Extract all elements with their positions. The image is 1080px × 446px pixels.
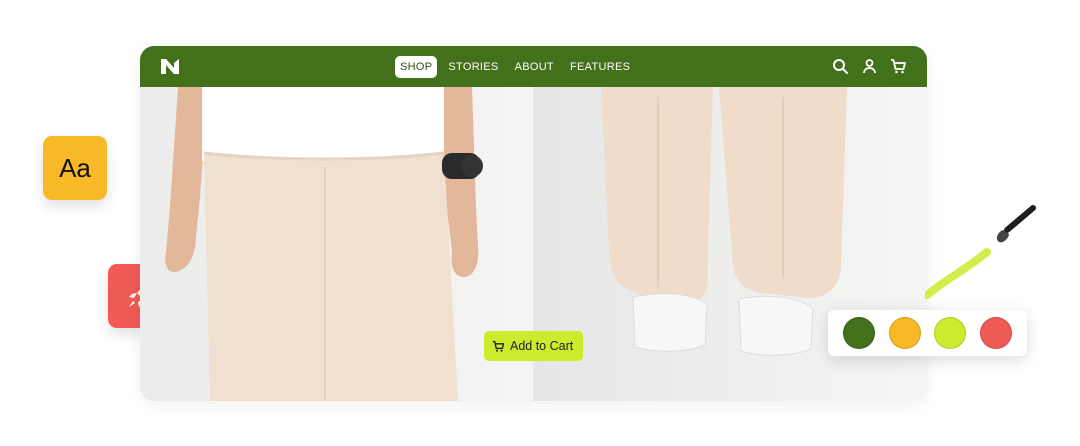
nav-item-stories[interactable]: STORIES [443, 56, 503, 78]
header-actions [832, 58, 907, 75]
search-icon[interactable] [832, 58, 849, 75]
nav-item-about[interactable]: ABOUT [510, 56, 559, 78]
top-navigation-bar: SHOP STORIES ABOUT FEATURES [140, 46, 927, 87]
main-menu: SHOP STORIES ABOUT FEATURES [395, 56, 635, 78]
n-logo-icon[interactable] [160, 58, 180, 75]
product-photo-front[interactable] [140, 87, 533, 401]
cart-icon [492, 340, 505, 352]
user-icon[interactable] [861, 58, 878, 75]
add-to-cart-label: Add to Cart [510, 339, 574, 353]
swatch-lime[interactable] [934, 317, 967, 349]
font-style-tile[interactable]: Aa [43, 136, 107, 200]
hero-banner: Add to Cart [140, 87, 927, 401]
swatch-green[interactable] [842, 317, 875, 349]
storefront-preview: SHOP STORIES ABOUT FEATURES Add to Cart [140, 46, 927, 401]
swatch-yellow[interactable] [888, 317, 921, 349]
nav-item-features[interactable]: FEATURES [565, 56, 635, 78]
cart-icon[interactable] [890, 58, 907, 75]
font-sample-text: Aa [59, 152, 91, 183]
add-to-cart-button[interactable]: Add to Cart [484, 331, 584, 361]
swatch-red[interactable] [980, 317, 1013, 349]
paint-brush-icon [925, 205, 1036, 299]
color-palette [828, 310, 1027, 356]
nav-item-shop[interactable]: SHOP [395, 56, 438, 78]
